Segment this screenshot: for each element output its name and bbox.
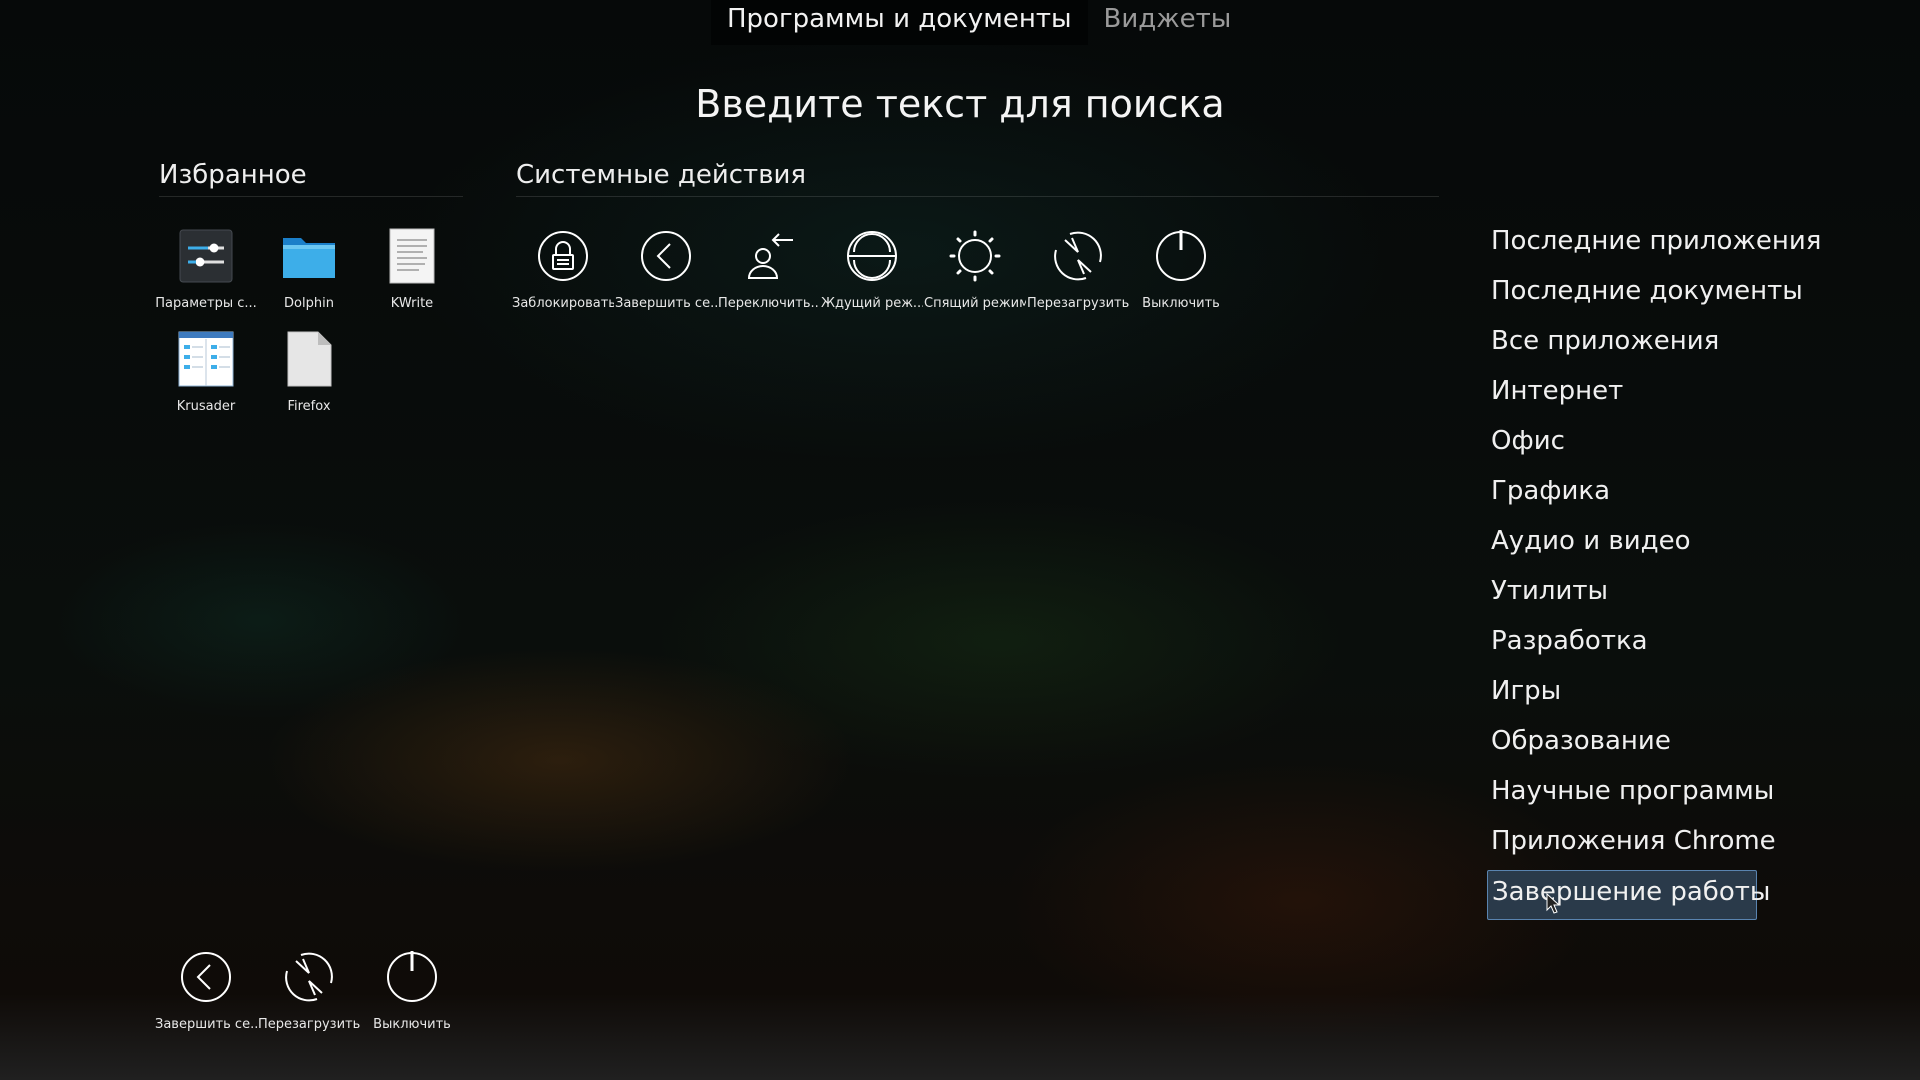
favorite-kwrite[interactable]: KWrite <box>361 228 463 328</box>
favorite-label: Dolphin <box>284 296 334 311</box>
restart-icon <box>1050 228 1106 284</box>
favorite-label: Krusader <box>176 399 236 414</box>
category-recent-apps[interactable]: Последние приложения <box>1487 220 1825 270</box>
action-logout[interactable]: Завершить се... <box>615 228 717 328</box>
search-prompt[interactable]: Введите текст для поиска <box>0 82 1920 126</box>
bottom-action-label: Перезагрузить <box>258 1017 360 1032</box>
action-lock[interactable]: Заблокировать <box>512 228 614 328</box>
action-label: Ждущий реж... <box>821 296 923 311</box>
favorites-divider <box>159 196 463 197</box>
power-icon <box>1153 228 1209 284</box>
power-icon <box>384 949 440 1005</box>
action-switch-user[interactable]: Переключить... <box>718 228 820 328</box>
action-label: Переключить... <box>718 296 820 311</box>
category-office[interactable]: Офис <box>1487 420 1825 470</box>
category-chrome-apps[interactable]: Приложения Chrome <box>1487 820 1825 870</box>
action-label: Спящий режим <box>924 296 1026 311</box>
favorite-label: Firefox <box>287 399 331 414</box>
favorite-firefox[interactable]: Firefox <box>258 331 360 431</box>
action-shutdown[interactable]: Выключить <box>1130 228 1232 328</box>
favorite-dolphin[interactable]: Dolphin <box>258 228 360 328</box>
action-label: Завершить се... <box>615 296 717 311</box>
krusader-window-icon <box>178 331 234 387</box>
favorite-settings[interactable]: Параметры с... <box>155 228 257 328</box>
logout-arrow-icon <box>638 228 694 284</box>
category-utilities[interactable]: Утилиты <box>1487 570 1825 620</box>
category-graphics[interactable]: Графика <box>1487 470 1825 520</box>
action-label: Выключить <box>1142 296 1220 311</box>
category-recent-documents[interactable]: Последние документы <box>1487 270 1825 320</box>
bottom-action-restart[interactable]: Перезагрузить <box>258 949 360 1049</box>
text-document-icon <box>384 228 440 284</box>
category-all-apps[interactable]: Все приложения <box>1487 320 1825 370</box>
lock-icon <box>535 228 591 284</box>
category-internet[interactable]: Интернет <box>1487 370 1825 420</box>
category-development[interactable]: Разработка <box>1487 620 1825 670</box>
bottom-action-label: Выключить <box>373 1017 451 1032</box>
action-restart[interactable]: Перезагрузить <box>1027 228 1129 328</box>
folder-icon <box>281 228 337 284</box>
category-list: Последние приложения Последние документы… <box>1487 220 1825 920</box>
tab-programs-documents[interactable]: Программы и документы <box>711 0 1088 45</box>
view-tabs: Программы и документы Виджеты <box>711 0 1247 45</box>
favorite-label: KWrite <box>390 296 434 311</box>
category-education[interactable]: Образование <box>1487 720 1825 770</box>
category-leave[interactable]: Завершение работы <box>1487 870 1770 920</box>
action-label: Перезагрузить <box>1027 296 1129 311</box>
settings-sliders-icon <box>178 228 234 284</box>
category-games[interactable]: Игры <box>1487 670 1825 720</box>
bottom-action-shutdown[interactable]: Выключить <box>361 949 463 1049</box>
mouse-cursor-icon <box>1546 893 1560 915</box>
suspend-icon <box>844 228 900 284</box>
system-actions-divider <box>516 196 1439 197</box>
favorite-label: Параметры с... <box>155 296 257 311</box>
favorites-title: Избранное <box>159 160 307 190</box>
switch-user-icon <box>741 228 797 284</box>
hibernate-sun-icon <box>947 228 1003 284</box>
action-suspend[interactable]: Ждущий реж... <box>821 228 923 328</box>
action-hibernate[interactable]: Спящий режим <box>924 228 1026 328</box>
favorite-krusader[interactable]: Krusader <box>155 331 257 431</box>
category-multimedia[interactable]: Аудио и видео <box>1487 520 1825 570</box>
logout-arrow-icon <box>178 949 234 1005</box>
blank-file-icon <box>281 331 337 387</box>
bottom-action-label: Завершить се... <box>155 1017 257 1032</box>
action-label: Заблокировать <box>512 296 614 311</box>
category-science[interactable]: Научные программы <box>1487 770 1825 820</box>
bottom-action-logout[interactable]: Завершить се... <box>155 949 257 1049</box>
system-actions-title: Системные действия <box>516 160 807 190</box>
tab-widgets[interactable]: Виджеты <box>1088 0 1248 45</box>
restart-icon <box>281 949 337 1005</box>
